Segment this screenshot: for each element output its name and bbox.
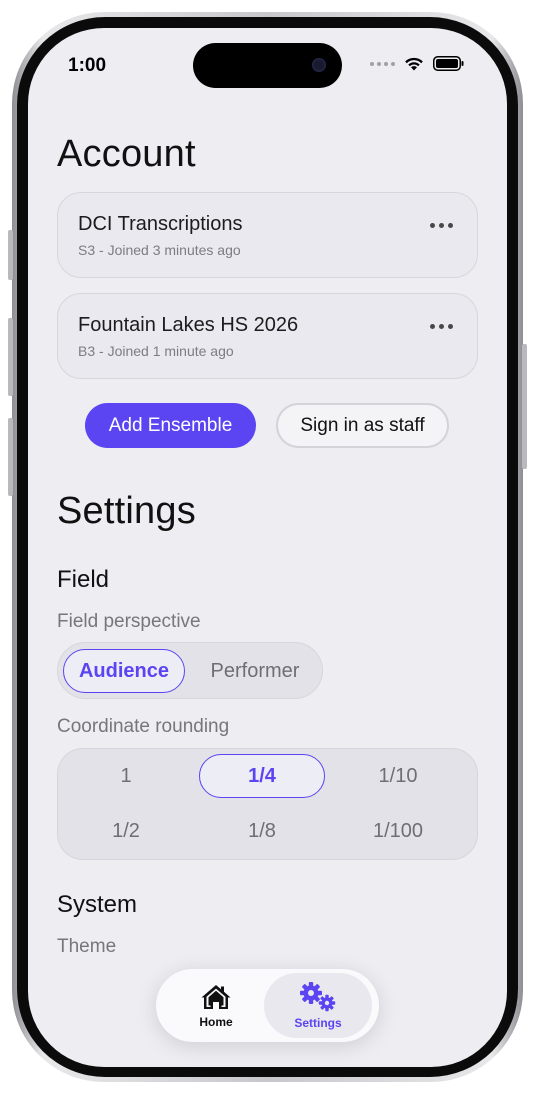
action-button — [8, 230, 13, 280]
ensemble-name: Fountain Lakes HS 2026 — [78, 314, 299, 336]
sign-in-staff-button[interactable]: Sign in as staff — [276, 403, 449, 448]
coordinate-rounding-label: Coordinate rounding — [57, 716, 230, 737]
more-options-icon[interactable] — [430, 324, 453, 329]
power-button — [522, 344, 527, 469]
tab-home[interactable]: Home — [162, 973, 270, 1038]
more-options-icon[interactable] — [430, 223, 453, 228]
gears-icon — [300, 981, 336, 1011]
tab-home-label: Home — [199, 1014, 233, 1029]
ensemble-detail: S3 - Joined 3 minutes ago — [78, 242, 241, 258]
rounding-option[interactable]: 1/8 — [199, 809, 325, 853]
system-heading: System — [57, 891, 138, 918]
camera-icon — [312, 58, 326, 72]
battery-icon — [433, 56, 464, 71]
house-icon — [201, 984, 231, 1009]
add-ensemble-button[interactable]: Add Ensemble — [85, 403, 256, 448]
cellular-signal-icon — [370, 61, 395, 66]
account-heading: Account — [57, 133, 196, 175]
tab-settings-label: Settings — [294, 1015, 342, 1030]
tab-settings[interactable]: Settings — [264, 973, 372, 1038]
field-perspective-segmented-control: Audience Performer — [57, 642, 323, 699]
perspective-option-performer[interactable]: Performer — [192, 649, 318, 693]
wifi-icon — [405, 57, 423, 71]
ensemble-name: DCI Transcriptions — [78, 213, 243, 235]
rounding-option[interactable]: 1/2 — [63, 809, 189, 853]
dynamic-island — [193, 43, 342, 88]
volume-up-button — [8, 318, 13, 396]
volume-down-button — [8, 418, 13, 496]
ensemble-detail: B3 - Joined 1 minute ago — [78, 343, 234, 359]
tab-bar: Home Settings — [156, 969, 379, 1042]
perspective-option-audience[interactable]: Audience — [63, 649, 185, 693]
field-heading: Field — [57, 566, 110, 593]
ensemble-card[interactable]: DCI Transcriptions S3 - Joined 3 minutes… — [57, 192, 478, 278]
coordinate-rounding-picker: 1 1/4 1/10 1/2 1/8 1/100 — [57, 748, 478, 860]
field-perspective-label: Field perspective — [57, 611, 201, 632]
rounding-option-selected[interactable]: 1/4 — [199, 754, 325, 798]
theme-label: Theme — [57, 936, 117, 957]
rounding-option[interactable]: 1/100 — [335, 809, 461, 853]
rounding-option[interactable]: 1/10 — [335, 754, 461, 798]
settings-heading: Settings — [57, 490, 196, 532]
status-time: 1:00 — [68, 55, 107, 76]
ensemble-card[interactable]: Fountain Lakes HS 2026 B3 - Joined 1 min… — [57, 293, 478, 379]
rounding-option[interactable]: 1 — [63, 754, 189, 798]
status-icons — [370, 55, 465, 72]
